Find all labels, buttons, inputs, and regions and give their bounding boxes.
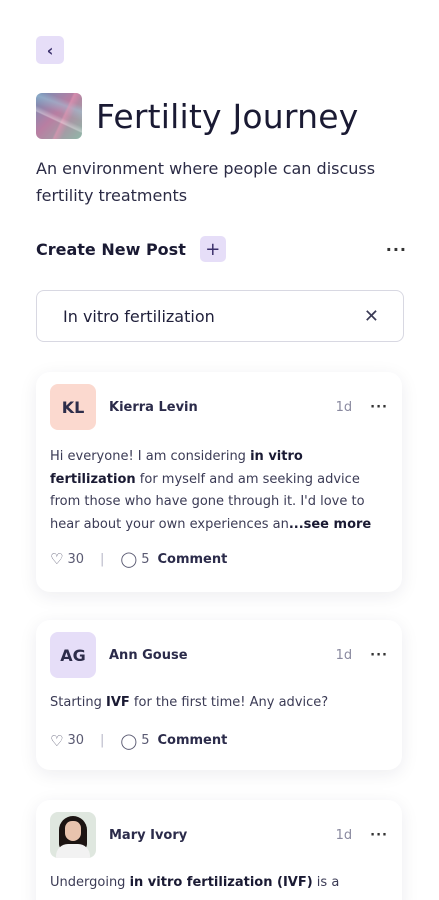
- post-age: 1d: [335, 647, 353, 663]
- back-button[interactable]: ‹: [36, 36, 64, 64]
- post-body[interactable]: Undergoing in vitro fertilization (IVF) …: [36, 872, 402, 895]
- divider: |: [100, 551, 105, 567]
- post-card[interactable]: Mary Ivory 1d ··· Undergoing in vitro fe…: [36, 800, 402, 900]
- post-age: 1d: [335, 399, 353, 415]
- group-description: An environment where people can discuss …: [36, 159, 376, 205]
- search-input[interactable]: In vitro fertilization ✕: [36, 290, 404, 342]
- create-post-button[interactable]: +: [199, 236, 226, 262]
- comment-icon[interactable]: ◯: [120, 550, 137, 568]
- avatar[interactable]: KL: [50, 384, 96, 430]
- comment-icon[interactable]: ◯: [120, 732, 137, 750]
- search-value[interactable]: In vitro fertilization: [63, 307, 215, 326]
- post-body[interactable]: Hi everyone! I am considering in vitro f…: [36, 446, 402, 536]
- page-title: Fertility Journey: [96, 96, 359, 136]
- group-header: Fertility Journey: [36, 93, 358, 139]
- post-card[interactable]: KL Kierra Levin 1d ··· Hi everyone! I am…: [36, 372, 402, 592]
- plus-icon: +: [205, 238, 221, 260]
- group-thumbnail: [36, 93, 82, 139]
- heart-icon[interactable]: ♡: [50, 732, 63, 750]
- post-more-icon[interactable]: ···: [370, 828, 388, 843]
- post-author[interactable]: Kierra Levin: [109, 400, 198, 415]
- like-count: 30: [67, 733, 84, 748]
- chevron-left-icon: ‹: [46, 40, 54, 60]
- create-post-row: Create New Post + ···: [36, 236, 407, 262]
- see-more-link[interactable]: ...see more: [289, 517, 371, 532]
- avatar[interactable]: AG: [50, 632, 96, 678]
- post-author[interactable]: Mary Ivory: [109, 828, 187, 843]
- comment-count: 5: [141, 733, 150, 748]
- comment-button[interactable]: Comment: [157, 733, 227, 748]
- like-count: 30: [67, 551, 84, 567]
- post-age: 1d: [335, 827, 353, 843]
- post-more-icon[interactable]: ···: [370, 648, 388, 663]
- post-more-icon[interactable]: ···: [370, 400, 388, 415]
- avatar[interactable]: [50, 812, 96, 858]
- post-author[interactable]: Ann Gouse: [109, 648, 188, 663]
- heart-icon[interactable]: ♡: [50, 550, 63, 568]
- create-post-label[interactable]: Create New Post: [36, 240, 186, 259]
- post-body[interactable]: Starting IVF for the first time! Any adv…: [36, 692, 402, 715]
- group-more-icon[interactable]: ···: [386, 240, 407, 259]
- comment-button[interactable]: Comment: [157, 552, 227, 567]
- post-card[interactable]: AG Ann Gouse 1d ··· Starting IVF for the…: [36, 620, 402, 770]
- close-icon[interactable]: ✕: [364, 306, 379, 327]
- comment-count: 5: [141, 551, 150, 567]
- divider: |: [100, 733, 105, 748]
